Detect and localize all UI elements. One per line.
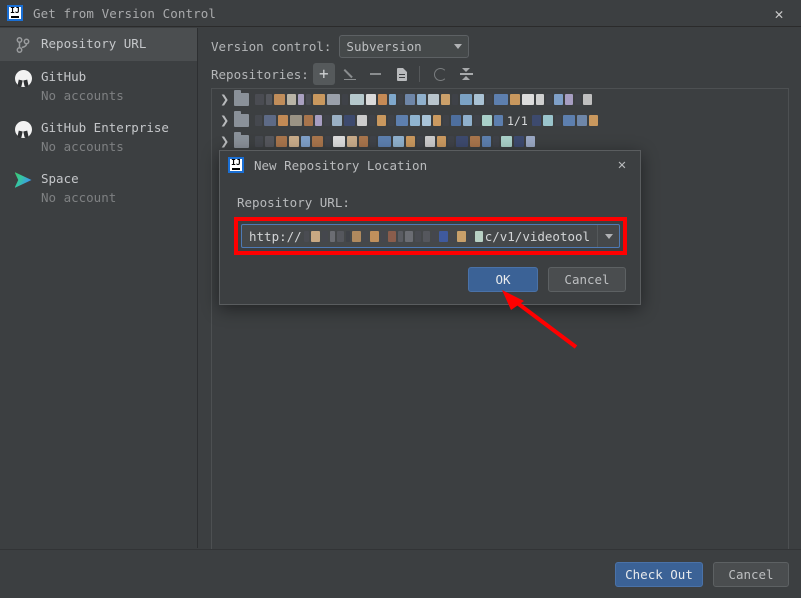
intellij-idea-logo-icon <box>7 5 23 21</box>
table-row[interactable]: ❯ <box>212 131 788 152</box>
repositories-toolbar-row: Repositories: + <box>211 63 478 85</box>
close-icon[interactable]: ✕ <box>769 4 789 24</box>
sidebar-item-label: GitHub Enterprise <box>41 120 169 135</box>
sidebar-item-label: Space <box>41 171 79 186</box>
jetbrains-space-icon <box>14 171 32 189</box>
redacted-text <box>303 230 483 242</box>
get-from-version-control-window: Get from Version Control ✕ Repository UR… <box>0 0 801 598</box>
source-sidebar: Repository URL GitHub No accounts GitHub… <box>0 28 198 548</box>
sidebar-item-github[interactable]: GitHub No accounts <box>0 61 197 112</box>
redacted-text <box>255 94 592 105</box>
chevron-right-icon[interactable]: ❯ <box>220 114 234 127</box>
chevron-right-icon[interactable]: ❯ <box>220 135 234 148</box>
chevron-down-icon <box>604 233 613 239</box>
tree-row-text: 1/1 <box>507 113 528 128</box>
chevron-right-icon[interactable]: ❯ <box>220 93 234 106</box>
sidebar-item-subtitle: No accounts <box>41 139 124 154</box>
plus-icon: + <box>319 64 329 83</box>
repository-url-value: http:// c/v1/videotool <box>242 229 597 244</box>
toolbar-divider <box>418 66 420 82</box>
edit-repository-button[interactable] <box>339 63 361 85</box>
dialog-title-bar: New Repository Location ✕ <box>220 151 640 179</box>
redacted-text <box>255 136 535 147</box>
version-control-label: Version control: <box>211 39 332 54</box>
sidebar-item-subtitle: No account <box>41 190 117 205</box>
footer-cancel-button[interactable]: Cancel <box>713 561 789 587</box>
folder-icon <box>234 111 249 127</box>
collapse-all-button[interactable] <box>456 63 478 85</box>
collapse-all-icon <box>460 68 474 80</box>
sidebar-item-repository-url[interactable]: Repository URL <box>0 28 197 61</box>
repository-url-label: Repository URL: <box>237 195 350 210</box>
intellij-idea-logo-icon <box>228 157 244 173</box>
version-control-value: Subversion <box>346 39 422 54</box>
sidebar-item-label: GitHub <box>41 69 87 84</box>
github-mark-icon <box>14 120 32 138</box>
check-out-button[interactable]: Check Out <box>615 561 703 587</box>
new-repository-location-dialog: New Repository Location ✕ Repository URL… <box>219 150 641 305</box>
dialog-title: New Repository Location <box>254 157 428 173</box>
repository-url-dropdown-button[interactable] <box>597 225 619 247</box>
cancel-button[interactable]: Cancel <box>548 267 626 292</box>
sidebar-item-label: Repository URL <box>41 36 147 51</box>
folder-icon <box>234 90 249 106</box>
repository-url-input[interactable]: http:// c/v1/videotool <box>241 224 620 248</box>
chevron-down-icon <box>454 44 463 49</box>
sidebar-item-github-enterprise[interactable]: GitHub Enterprise No accounts <box>0 112 197 163</box>
add-repository-button[interactable]: + <box>312 63 335 85</box>
refresh-button[interactable] <box>430 63 452 85</box>
redacted-text <box>255 115 503 126</box>
version-control-row: Version control: Subversion <box>211 35 470 58</box>
pencil-icon <box>343 68 356 80</box>
refresh-icon <box>434 67 448 81</box>
table-row[interactable]: ❯ <box>212 89 788 110</box>
close-icon[interactable]: ✕ <box>613 156 631 174</box>
window-footer: Check Out Cancel <box>0 549 801 598</box>
url-suffix: c/v1/videotool <box>484 228 591 244</box>
table-row[interactable]: ❯ <box>212 110 788 131</box>
window-title: Get from Version Control <box>33 5 217 21</box>
document-copy-icon <box>396 67 407 81</box>
sidebar-item-space[interactable]: Space No account <box>0 163 197 214</box>
version-control-select[interactable]: Subversion <box>339 35 470 58</box>
dialog-buttons: OK Cancel <box>468 267 626 292</box>
folder-icon <box>234 132 249 148</box>
copy-repository-button[interactable] <box>391 63 413 85</box>
github-mark-icon <box>14 69 32 87</box>
sidebar-item-subtitle: No accounts <box>41 88 124 103</box>
ok-button[interactable]: OK <box>468 267 538 292</box>
minus-icon <box>370 73 382 75</box>
remove-repository-button[interactable] <box>365 63 387 85</box>
redacted-text <box>531 115 598 126</box>
window-title-bar: Get from Version Control ✕ <box>0 0 801 27</box>
repositories-label: Repositories: <box>211 66 309 82</box>
url-prefix: http:// <box>249 228 302 244</box>
repository-url-highlight: http:// c/v1/videotool <box>234 217 627 255</box>
branch-icon <box>14 36 32 54</box>
